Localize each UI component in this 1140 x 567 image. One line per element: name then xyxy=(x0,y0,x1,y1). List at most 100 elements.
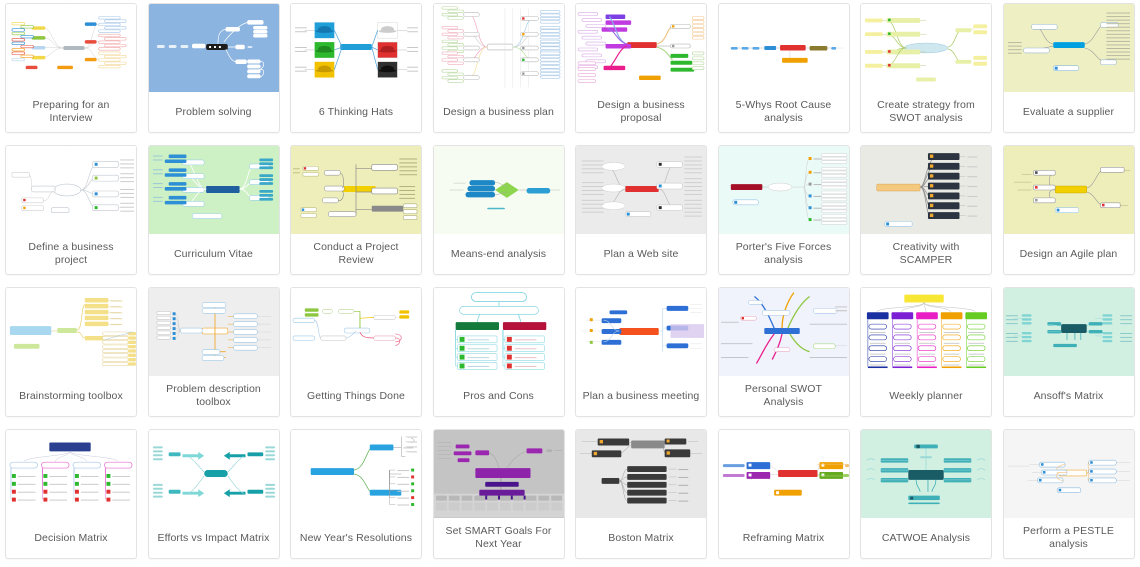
template-label: Means-end analysis xyxy=(450,247,547,260)
template-card-porters-five-forces-analysis[interactable]: Porter's Five Forces analysis xyxy=(717,145,850,275)
template-label-wrap: Reframing Matrix xyxy=(719,518,849,558)
template-card-create-strategy-from-swot-analysis[interactable]: Create strategy from SWOT analysis xyxy=(860,3,992,133)
template-card-preparing-for-an-interview[interactable]: Preparing for an Interview xyxy=(5,3,137,133)
template-label-wrap: 5-Whys Root Cause analysis xyxy=(719,92,849,132)
template-label: Evaluate a supplier xyxy=(1022,105,1115,118)
template-card-ansoffs-matrix[interactable]: Ansoff's Matrix xyxy=(1002,287,1135,417)
template-thumbnail-5-whys-root-cause-analysis xyxy=(718,4,849,92)
template-label: Porter's Five Forces analysis xyxy=(735,241,832,266)
template-card-pros-and-cons[interactable]: Pros and Cons xyxy=(432,287,565,417)
template-label: Plan a Web site xyxy=(603,247,679,260)
template-label: Define a business project xyxy=(28,241,114,266)
template-thumbnail-reframing-matrix xyxy=(718,430,849,518)
template-label: 6 Thinking Hats xyxy=(318,105,394,118)
template-card-plan-a-web-site[interactable]: Plan a Web site xyxy=(575,145,707,275)
template-label-wrap: Problem description toolbox xyxy=(149,376,279,416)
template-label-wrap: Design a business plan xyxy=(434,92,564,132)
template-label-wrap: Ansoff's Matrix xyxy=(1004,376,1134,416)
template-card-problem-description-toolbox[interactable]: Problem description toolbox xyxy=(147,287,280,417)
template-label: Set SMART Goals For Next Year xyxy=(445,525,552,550)
template-card-design-a-business-proposal[interactable]: Design a business proposal xyxy=(575,3,707,133)
template-label: Design an Agile plan xyxy=(1019,247,1118,260)
template-thumbnail-plan-a-web-site xyxy=(576,146,706,234)
template-thumbnail-catwoe-analysis xyxy=(861,430,991,518)
template-label: Problem description toolbox xyxy=(166,383,261,408)
template-label-wrap: Getting Things Done xyxy=(291,376,421,416)
template-thumbnail-evaluate-a-supplier xyxy=(1003,4,1134,92)
template-card-getting-things-done[interactable]: Getting Things Done xyxy=(290,287,422,417)
template-thumbnail-new-years-resolutions xyxy=(291,430,421,518)
template-label: Boston Matrix xyxy=(608,531,674,544)
template-card-decision-matrix[interactable]: Decision Matrix xyxy=(5,429,137,559)
template-label: Design a business proposal xyxy=(597,99,685,124)
template-label-wrap: 6 Thinking Hats xyxy=(291,92,421,132)
template-label-wrap: Design an Agile plan xyxy=(1004,234,1134,274)
template-label-wrap: Design a business proposal xyxy=(576,92,706,132)
template-card-conduct-a-project-review[interactable]: Conduct a Project Review xyxy=(290,145,422,275)
template-card-catwoe-analysis[interactable]: CATWOE Analysis xyxy=(860,429,992,559)
template-thumbnail-decision-matrix xyxy=(6,430,136,518)
template-label-wrap: Preparing for an Interview xyxy=(6,92,136,132)
template-thumbnail-perform-a-pestle-analysis xyxy=(1003,430,1134,518)
template-label: Ansoff's Matrix xyxy=(1033,389,1104,402)
template-label-wrap: Plan a Web site xyxy=(576,234,706,274)
template-thumbnail-problem-description-toolbox xyxy=(148,288,279,376)
template-thumbnail-preparing-for-an-interview xyxy=(6,4,136,92)
template-label: Creativity with SCAMPER xyxy=(892,241,960,266)
template-label-wrap: Pros and Cons xyxy=(434,376,564,416)
template-label: Create strategy from SWOT analysis xyxy=(877,99,975,124)
template-card-reframing-matrix[interactable]: Reframing Matrix xyxy=(717,429,850,559)
template-label: 5-Whys Root Cause analysis xyxy=(735,99,832,124)
template-card-curriculum-vitae[interactable]: Curriculum Vitae xyxy=(147,145,280,275)
template-label-wrap: Decision Matrix xyxy=(6,518,136,558)
template-label: Personal SWOT Analysis xyxy=(744,383,823,408)
template-card-weekly-planner[interactable]: Weekly planner xyxy=(860,287,992,417)
template-thumbnail-brainstorming-toolbox xyxy=(6,288,136,376)
template-card-design-a-business-plan[interactable]: Design a business plan xyxy=(432,3,565,133)
template-card-brainstorming-toolbox[interactable]: Brainstorming toolbox xyxy=(5,287,137,417)
template-card-define-a-business-project[interactable]: Define a business project xyxy=(5,145,137,275)
template-label: Problem solving xyxy=(175,105,252,118)
template-card-plan-a-business-meeting[interactable]: Plan a business meeting xyxy=(575,287,707,417)
template-card-boston-matrix[interactable]: Boston Matrix xyxy=(575,429,707,559)
template-label-wrap: Porter's Five Forces analysis xyxy=(719,234,849,274)
template-card-6-thinking-hats[interactable]: 6 Thinking Hats xyxy=(290,3,422,133)
template-label-wrap: Curriculum Vitae xyxy=(149,234,279,274)
template-thumbnail-creativity-with-scamper xyxy=(861,146,991,234)
template-card-design-an-agile-plan[interactable]: Design an Agile plan xyxy=(1002,145,1135,275)
template-card-personal-swot-analysis[interactable]: Personal SWOT Analysis xyxy=(717,287,850,417)
template-label-wrap: Creativity with SCAMPER xyxy=(861,234,991,274)
template-label-wrap: Weekly planner xyxy=(861,376,991,416)
template-label-wrap: Boston Matrix xyxy=(576,518,706,558)
template-label: Preparing for an Interview xyxy=(32,99,110,124)
template-thumbnail-define-a-business-project xyxy=(6,146,136,234)
template-thumbnail-boston-matrix xyxy=(576,430,706,518)
template-card-creativity-with-scamper[interactable]: Creativity with SCAMPER xyxy=(860,145,992,275)
template-card-means-end-analysis[interactable]: Means-end analysis xyxy=(432,145,565,275)
template-label: New Year's Resolutions xyxy=(299,531,413,544)
template-label: Plan a business meeting xyxy=(582,389,700,402)
template-card-5-whys-root-cause-analysis[interactable]: 5-Whys Root Cause analysis xyxy=(717,3,850,133)
template-label: Pros and Cons xyxy=(463,389,534,402)
template-label: Conduct a Project Review xyxy=(313,241,399,266)
template-card-new-years-resolutions[interactable]: New Year's Resolutions xyxy=(290,429,422,559)
template-label-wrap: Set SMART Goals For Next Year xyxy=(434,518,564,558)
template-card-efforts-vs-impact-matrix[interactable]: Efforts vs Impact Matrix xyxy=(147,429,280,559)
template-label-wrap: CATWOE Analysis xyxy=(861,518,991,558)
template-label-wrap: Perform a PESTLE analysis xyxy=(1004,518,1134,558)
template-card-set-smart-goals-for-next-year[interactable]: Set SMART Goals For Next Year xyxy=(432,429,565,559)
template-gallery: Preparing for an Interview Problem solving… xyxy=(0,0,1140,559)
template-label: Curriculum Vitae xyxy=(173,247,254,260)
template-label-wrap: Efforts vs Impact Matrix xyxy=(149,518,279,558)
template-label: Weekly planner xyxy=(889,389,963,402)
template-card-evaluate-a-supplier[interactable]: Evaluate a supplier xyxy=(1002,3,1135,133)
template-thumbnail-personal-swot-analysis xyxy=(718,288,849,376)
template-thumbnail-create-strategy-from-swot-analysis xyxy=(861,4,991,92)
template-card-perform-a-pestle-analysis[interactable]: Perform a PESTLE analysis xyxy=(1002,429,1135,559)
template-thumbnail-conduct-a-project-review xyxy=(291,146,421,234)
template-thumbnail-plan-a-business-meeting xyxy=(576,288,706,376)
template-thumbnail-ansoffs-matrix xyxy=(1003,288,1134,376)
template-card-problem-solving[interactable]: Problem solving xyxy=(147,3,280,133)
template-label-wrap: Brainstorming toolbox xyxy=(6,376,136,416)
template-label-wrap: Plan a business meeting xyxy=(576,376,706,416)
